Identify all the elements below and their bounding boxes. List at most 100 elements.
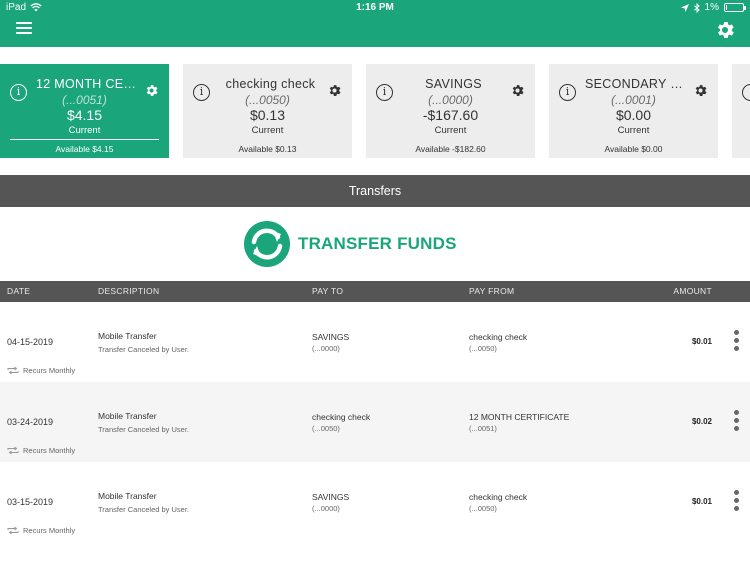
account-card-partial[interactable] [732,64,750,158]
available-balance: Available $4.15 [55,144,114,154]
row-date: 03-24-2019 [7,417,54,427]
dot [734,426,739,431]
row-pay-from-account: (...0050) [469,344,497,353]
table-header: DATE DESCRIPTION PAY TO PAY FROM AMOUNT [0,281,750,302]
info-icon[interactable] [742,84,750,101]
row-pay-to-account: (...0000) [312,504,340,513]
status-time: 1:16 PM [356,2,394,13]
dot [734,506,739,511]
accounts-carousel[interactable]: i 12 MONTH CERTI… (...0051) $4.15 Curren… [0,47,750,175]
hamburger-line [16,27,32,29]
dot [734,498,739,503]
status-right: 1% [680,2,746,13]
account-balance: $0.13 [249,107,286,123]
row-pay-to: SAVINGS [312,492,350,502]
account-number: (...0000) [428,93,473,107]
row-more-options-icon[interactable] [734,490,740,512]
row-description: Mobile Transfer [98,411,157,421]
account-name: 12 MONTH CERTI… [36,77,139,91]
table-row[interactable]: 04-15-2019 Mobile Transfer Transfer Canc… [0,302,750,382]
row-recurrence: Recurs Monthly [7,366,75,375]
account-number: (...0050) [245,93,290,107]
column-pay-from: PAY FROM [469,286,515,296]
row-more-options-icon[interactable] [734,410,740,432]
dot [734,490,739,495]
row-status: Transfer Canceled by User. [98,345,190,354]
column-pay-to: PAY TO [312,286,344,296]
account-card-secondary-share[interactable]: i SECONDARY SHARE (...0001) $0.00 Curren… [549,64,718,158]
recurrence-label: Recurs Monthly [23,366,76,375]
account-name: checking check [225,77,316,91]
dot [734,338,739,343]
account-balance: -$167.60 [422,107,479,123]
account-name: SECONDARY SHARE [585,77,688,91]
dot [734,418,739,423]
account-card-checking[interactable]: i checking check (...0050) $0.13 Current… [183,64,352,158]
row-pay-to: SAVINGS [312,332,350,342]
repeat-icon [7,526,19,535]
dot [734,346,739,351]
available-balance: Available $0.00 [604,144,663,154]
row-amount: $0.01 [691,337,712,346]
row-pay-to-account: (...0050) [312,424,340,433]
row-pay-from: checking check [469,492,528,502]
available-balance: Available $0.13 [238,144,297,154]
column-date: DATE [7,286,31,296]
column-amount: AMOUNT [673,286,712,296]
row-pay-from: checking check [469,332,528,342]
bluetooth-icon [693,2,700,13]
section-title: Transfers [0,175,750,207]
row-more-options-icon[interactable] [734,330,740,352]
balance-label: Current [434,125,467,136]
account-number: (...0051) [62,93,107,107]
table-row[interactable]: 03-15-2019 Mobile Transfer Transfer Canc… [0,462,750,542]
location-icon [680,3,689,12]
recurrence-label: Recurs Monthly [23,446,76,455]
dot [734,330,739,335]
row-pay-to: checking check [312,412,371,422]
dot [734,410,739,415]
row-pay-to-account: (...0000) [312,344,340,353]
app-header: iPad 1:16 PM 1% [0,0,750,47]
available-balance: Available -$182.60 [415,144,486,154]
row-status: Transfer Canceled by User. [98,425,190,434]
row-amount: $0.01 [691,497,712,506]
column-description: DESCRIPTION [98,286,160,296]
balance-label: Current [251,125,284,136]
balance-label: Current [68,125,101,136]
card-divider [10,139,159,140]
battery-percent: 1% [704,2,719,13]
settings-gear-icon[interactable] [714,19,736,41]
account-balance: $4.15 [66,107,103,123]
row-pay-from: 12 MONTH CERTIFICATE [469,412,570,422]
status-bar: iPad 1:16 PM 1% [0,0,750,16]
row-date: 03-15-2019 [7,497,54,507]
hamburger-icon [16,22,32,24]
row-recurrence: Recurs Monthly [7,526,75,535]
refresh-arrows-icon [244,221,290,267]
account-number: (...0001) [611,93,656,107]
row-date: 04-15-2019 [7,337,54,347]
recurrence-label: Recurs Monthly [23,526,76,535]
transfer-funds-label: TRANSFER FUNDS [298,234,457,253]
menu-button[interactable] [16,22,32,36]
hamburger-line [16,32,32,34]
balance-label: Current [617,125,650,136]
repeat-icon [7,446,19,455]
row-status: Transfer Canceled by User. [98,505,190,514]
table-row[interactable]: 03-24-2019 Mobile Transfer Transfer Canc… [0,382,750,462]
row-description: Mobile Transfer [98,491,157,501]
account-name: SAVINGS [425,77,482,91]
row-description: Mobile Transfer [98,331,157,341]
row-pay-from-account: (...0050) [469,504,497,513]
account-card-certificate[interactable]: i 12 MONTH CERTI… (...0051) $4.15 Curren… [0,64,169,158]
row-recurrence: Recurs Monthly [7,446,75,455]
row-amount: $0.02 [691,417,712,426]
account-balance: $0.00 [615,107,652,123]
row-pay-from-account: (...0051) [469,424,497,433]
transfer-funds-button[interactable]: TRANSFER FUNDS [243,219,457,269]
repeat-icon [7,366,19,375]
battery-fill [726,5,727,10]
account-card-savings[interactable]: i SAVINGS (...0000) -$167.60 Current Ava… [366,64,535,158]
battery-icon [724,3,746,12]
